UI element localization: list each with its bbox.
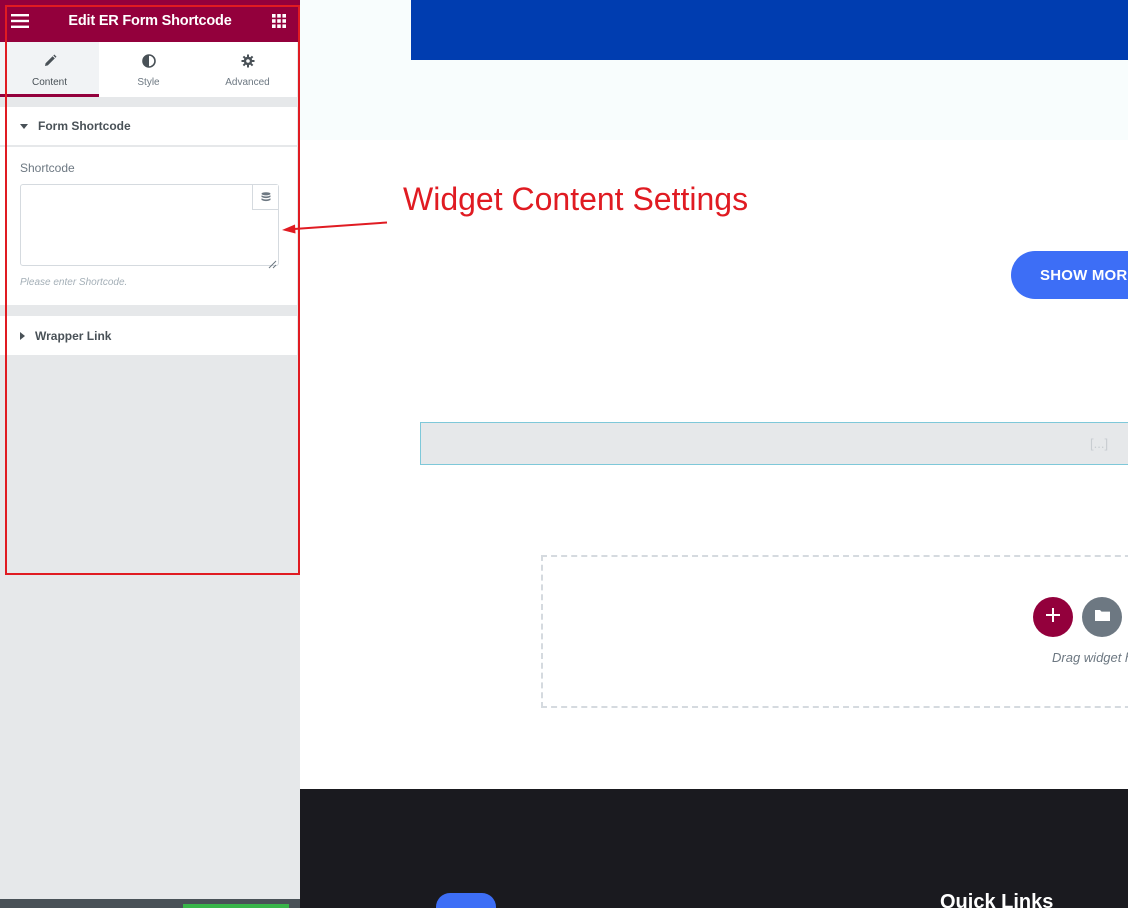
hero-blue-band [411,0,1128,60]
site-footer: Quick Links [300,789,1128,908]
plus-icon [1046,607,1060,627]
section-wrapper-link-header[interactable]: Wrapper Link [0,316,297,355]
add-template-button[interactable] [1082,597,1122,637]
shortcode-placeholder-text: [...] [1090,436,1109,451]
caret-right-icon [20,331,25,340]
drag-widget-hint: Drag widget h [1052,650,1128,665]
footer-button[interactable] [436,893,496,908]
panel-header: Edit ER Form Shortcode [0,0,300,42]
update-button[interactable] [183,904,289,908]
section-form-shortcode-body: Shortcode Please enter Shortcode. [0,147,297,305]
annotation-arrow-icon [282,221,388,234]
pencil-icon [43,54,57,73]
resize-grip-icon[interactable] [268,256,277,269]
section-title: Form Shortcode [38,119,131,133]
caret-down-icon [20,123,28,129]
section-form-shortcode-header[interactable]: Form Shortcode [0,107,297,146]
add-section-button[interactable] [1033,597,1073,637]
footer-quick-links-heading: Quick Links [940,891,1054,908]
folder-icon [1094,608,1110,626]
panel-footer [0,899,300,908]
shortcode-widget-placeholder[interactable]: [...] [420,422,1128,465]
panel-title: Edit ER Form Shortcode [68,13,232,29]
tab-style[interactable]: Style [99,42,198,97]
annotation-label: Widget Content Settings [403,181,749,217]
show-more-button[interactable]: SHOW MOR [1011,251,1128,299]
preview-canvas: Widget Content Settings SHOW MOR [...] D… [300,0,1128,908]
dynamic-tags-database-icon[interactable] [252,185,278,210]
shortcode-textarea[interactable] [20,184,279,266]
shortcode-label: Shortcode [20,161,75,175]
gear-icon [241,54,255,73]
tab-content[interactable]: Content [0,42,99,97]
section-title: Wrapper Link [35,328,112,343]
panel-tabs: Content Style Advanced [0,42,297,97]
tab-advanced-label: Advanced [225,77,270,88]
shortcode-hint: Please enter Shortcode. [20,277,128,288]
tab-content-label: Content [31,77,68,88]
half-circle-icon [141,54,156,73]
tab-style-label: Style [137,77,160,88]
tab-advanced[interactable]: Advanced [198,42,297,97]
hamburger-menu-icon[interactable] [10,11,30,31]
widgets-grid-icon[interactable] [269,11,289,31]
editor-panel: Edit ER Form Shortcode Content Style Adv… [0,0,300,908]
